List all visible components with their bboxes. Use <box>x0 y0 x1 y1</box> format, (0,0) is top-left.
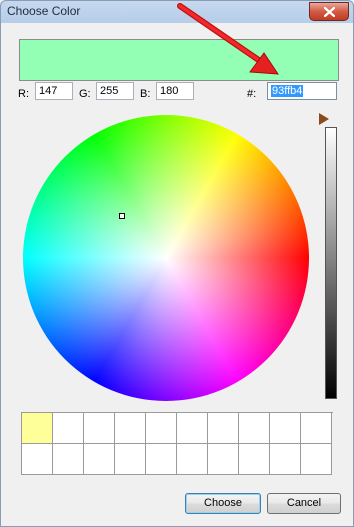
custom-swatches <box>21 412 333 475</box>
swatch-cell[interactable] <box>115 413 146 444</box>
choose-button[interactable]: Choose <box>185 493 261 514</box>
swatch-cell[interactable] <box>53 413 84 444</box>
swatch-cell[interactable] <box>177 444 208 475</box>
wheel-selection-marker[interactable] <box>119 213 125 219</box>
swatch-cell[interactable] <box>53 444 84 475</box>
saturation-overlay <box>23 115 309 401</box>
hex-field[interactable]: 93ffb4 <box>267 82 337 100</box>
cancel-button[interactable]: Cancel <box>267 493 341 514</box>
swatch-cell[interactable] <box>146 444 177 475</box>
color-wheel[interactable] <box>23 115 309 401</box>
b-label: B: <box>140 88 151 100</box>
swatch-cell[interactable] <box>84 444 115 475</box>
swatch-cell[interactable] <box>22 413 53 444</box>
swatch-cell[interactable] <box>239 413 270 444</box>
dialog-body: R: 147 G: 255 B: 180 #: 93ffb4 Choose Ca… <box>5 23 349 522</box>
lightness-slider[interactable] <box>325 127 337 399</box>
swatch-cell[interactable] <box>301 444 332 475</box>
hex-value-selected: 93ffb4 <box>271 85 304 97</box>
swatch-cell[interactable] <box>239 444 270 475</box>
title-bar[interactable]: Choose Color <box>1 1 353 23</box>
swatch-cell[interactable] <box>208 413 239 444</box>
swatch-cell[interactable] <box>84 413 115 444</box>
swatch-cell[interactable] <box>270 413 301 444</box>
close-icon <box>323 6 335 17</box>
color-preview <box>19 39 339 81</box>
swatch-cell[interactable] <box>177 413 208 444</box>
close-button[interactable] <box>309 2 349 21</box>
b-field[interactable]: 180 <box>156 82 194 100</box>
lightness-pointer-icon[interactable] <box>319 113 329 125</box>
r-label: R: <box>18 88 29 100</box>
swatch-cell[interactable] <box>146 413 177 444</box>
g-field[interactable]: 255 <box>96 82 134 100</box>
choose-color-dialog: Choose Color R: 147 G: 255 B: 180 #: 93f… <box>0 0 354 527</box>
swatch-cell[interactable] <box>301 413 332 444</box>
r-field[interactable]: 147 <box>35 82 73 100</box>
window-title: Choose Color <box>7 4 81 18</box>
swatch-cell[interactable] <box>22 444 53 475</box>
g-label: G: <box>79 88 91 100</box>
swatch-cell[interactable] <box>115 444 146 475</box>
swatch-cell[interactable] <box>208 444 239 475</box>
hex-label: #: <box>247 88 257 100</box>
swatch-cell[interactable] <box>270 444 301 475</box>
